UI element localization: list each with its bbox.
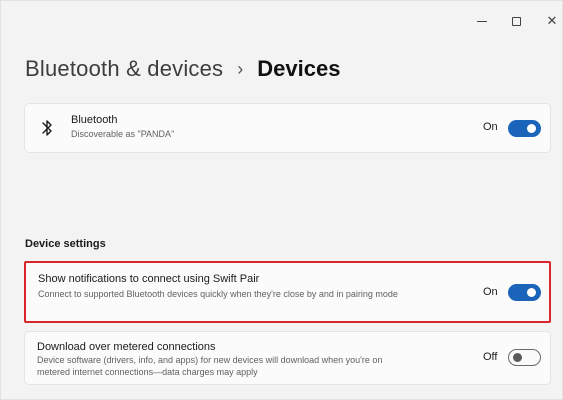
bluetooth-icon — [38, 118, 56, 138]
breadcrumb-chevron-icon: › — [237, 59, 244, 79]
maximize-button[interactable] — [501, 10, 531, 32]
bluetooth-state-label: On — [483, 121, 498, 133]
metered-connections-card: Download over metered connections Device… — [24, 331, 551, 385]
swift-pair-title: Show notifications to connect using Swif… — [38, 273, 260, 285]
metered-toggle[interactable] — [508, 349, 541, 366]
settings-window: ✕ Bluetooth & devices › Devices Bluetoot… — [0, 0, 563, 400]
minimize-button[interactable] — [467, 10, 497, 32]
close-button[interactable]: ✕ — [537, 10, 563, 32]
toggle-knob — [527, 124, 536, 133]
bluetooth-toggle[interactable] — [508, 120, 541, 137]
bluetooth-description: Discoverable as "PANDA" — [71, 129, 175, 139]
title-bar: ✕ — [1, 1, 562, 41]
maximize-icon — [511, 16, 521, 26]
metered-description: Device software (drivers, info, and apps… — [37, 355, 383, 377]
swift-pair-toggle[interactable] — [508, 284, 541, 301]
swift-pair-description: Connect to supported Bluetooth devices q… — [38, 289, 398, 299]
breadcrumb-parent-link[interactable]: Bluetooth & devices — [25, 53, 223, 85]
close-icon: ✕ — [546, 13, 558, 28]
minimize-icon — [477, 20, 487, 22]
swift-pair-state-label: On — [483, 286, 498, 298]
metered-title: Download over metered connections — [37, 341, 216, 353]
bluetooth-card: Bluetooth Discoverable as "PANDA" On — [24, 103, 551, 153]
metered-state-label: Off — [483, 351, 498, 363]
toggle-knob — [513, 353, 522, 362]
breadcrumb: Bluetooth & devices › Devices — [25, 53, 340, 85]
page-title: Devices — [257, 56, 341, 81]
swift-pair-card: Show notifications to connect using Swif… — [24, 261, 551, 323]
device-settings-heading: Device settings — [25, 238, 106, 250]
bluetooth-title: Bluetooth — [71, 114, 118, 126]
toggle-knob — [527, 288, 536, 297]
